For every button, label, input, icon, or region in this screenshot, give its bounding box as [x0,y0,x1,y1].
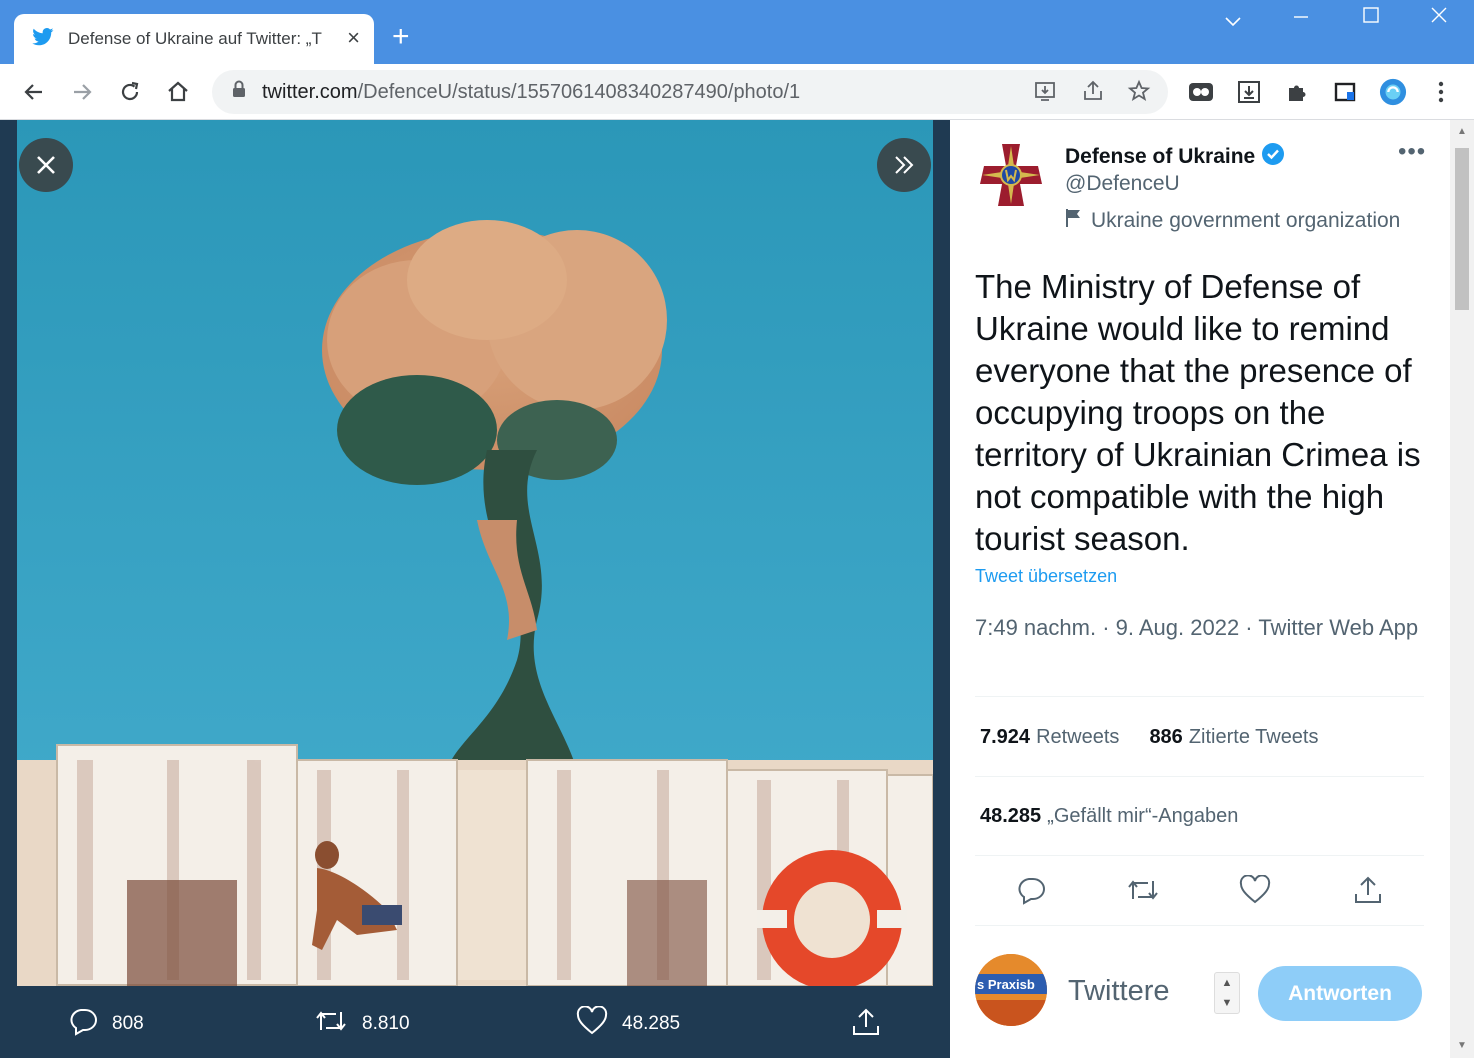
scroll-down-arrow-icon[interactable]: ▼ [1457,1040,1467,1051]
url-text[interactable]: twitter.com/DefenceU/status/155706140834… [262,81,800,104]
author-display-name[interactable]: Defense of Ukraine [1065,142,1285,172]
quotes-label: Zitierte Tweets [1188,726,1319,748]
likes-count: 48.285 [980,805,1042,827]
install-app-icon[interactable] [1032,79,1058,105]
twitter-bird-icon [32,27,54,51]
photo-viewer: 808 8.810 48.285 [0,120,949,1058]
bookmark-star-icon[interactable] [1126,79,1152,105]
tweet-actions-row [975,870,1425,910]
browser-toolbar: twitter.com/DefenceU/status/155706140834… [0,64,1474,120]
share-icon[interactable] [1080,79,1106,105]
more-options-icon[interactable]: ••• [1398,138,1426,166]
government-label[interactable]: Ukraine government organization [1065,208,1400,233]
reading-list-icon[interactable] [1331,78,1359,106]
home-icon[interactable] [164,78,192,106]
share-upload-icon [850,1006,882,1043]
reply-icon[interactable] [1011,870,1051,910]
tab-close-icon[interactable]: × [347,26,360,50]
photo-reply-button[interactable]: 808 [68,1006,144,1041]
photo-action-bar: 808 8.810 48.285 [0,986,949,1058]
maximize-icon[interactable] [1362,6,1380,30]
lock-icon[interactable] [226,79,252,105]
photo-retweet-button[interactable]: 8.810 [314,1006,410,1041]
reload-icon[interactable] [116,78,144,106]
minimize-icon[interactable] [1292,8,1310,32]
divider [975,925,1424,926]
quotes-count: 886 [1149,726,1183,748]
close-window-icon[interactable] [1430,6,1448,30]
new-tab-button[interactable]: + [392,22,410,52]
tab-title: Defense of Ukraine auf Twitter: „T [68,29,322,48]
beach-explosion-image [17,120,933,986]
likes-stat[interactable]: 48.285 „Gefällt mir“-Angaben [980,805,1238,828]
likes-stats-row: 48.285 „Gefällt mir“-Angaben [980,805,1268,828]
reply-icon [68,1006,98,1041]
display-name-text: Defense of Ukraine [1065,145,1256,168]
reply-submit-button[interactable]: Antworten [1258,966,1422,1021]
expand-panel-button[interactable] [877,138,931,192]
divider [975,776,1424,777]
divider [975,696,1424,697]
panel-scrollbar[interactable]: ▲ ▼ [1450,120,1474,1058]
browser-titlebar: Defense of Ukraine auf Twitter: „T × + [0,0,1474,64]
avatar-lettering: s Praxisb [977,977,1035,992]
verified-badge-icon [1261,142,1285,172]
photo-like-count: 48.285 [622,1012,681,1034]
tweet-panel: Defense of Ukraine @DefenceU ••• Ukraine… [950,120,1474,1058]
compose-spinner-control[interactable]: ▲ ▼ [1214,972,1240,1014]
extension-download-icon[interactable] [1235,78,1263,106]
retweets-count: 7.924 [980,726,1031,748]
browser-tab[interactable]: Defense of Ukraine auf Twitter: „T × [14,14,374,64]
like-heart-icon[interactable] [1235,870,1275,910]
tab-search-chevron-icon[interactable] [1224,10,1242,34]
back-icon[interactable] [20,78,48,106]
photo-like-button[interactable]: 48.285 [576,1005,681,1041]
retweet-icon [314,1006,348,1041]
browser-menu-icon[interactable] [1427,78,1455,106]
close-photo-button[interactable] [19,138,73,192]
tweet-photo[interactable] [17,120,933,986]
divider [975,855,1424,856]
user-avatar[interactable]: s Praxisb [975,954,1047,1026]
url-path: /DefenceU/status/1557061408340287490/pho… [357,81,801,103]
forward-icon[interactable] [68,78,96,106]
heart-icon [576,1005,608,1041]
retweet-icon[interactable] [1123,870,1163,910]
retweets-stat[interactable]: 7.924 Retweets [980,726,1119,749]
likes-label: „Gefällt mir“-Angaben [1047,805,1239,827]
reply-compose-input[interactable]: Twittere [1068,975,1170,1008]
photo-share-button[interactable] [850,1006,882,1043]
extensions-puzzle-icon[interactable] [1283,78,1311,106]
profile-avatar-icon[interactable] [1379,78,1407,106]
address-bar[interactable]: twitter.com/DefenceU/status/155706140834… [212,70,1168,114]
author-handle[interactable]: @DefenceU [1065,172,1180,196]
retweet-stats-row: 7.924 Retweets 886 Zitierte Tweets [980,726,1349,749]
photo-retweet-count: 8.810 [362,1012,410,1034]
tweet-text: The Ministry of Defense of Ukraine would… [975,268,1421,557]
photo-reply-count: 808 [112,1012,144,1034]
quote-tweets-stat[interactable]: 886 Zitierte Tweets [1149,726,1318,749]
extension-glasses-icon[interactable] [1187,78,1215,106]
flag-icon [1065,208,1083,233]
government-label-text: Ukraine government organization [1091,208,1401,232]
translate-tweet-link[interactable]: Tweet übersetzen [975,566,1117,587]
share-icon[interactable] [1348,870,1388,910]
scroll-up-arrow-icon[interactable]: ▲ [1457,126,1467,137]
defence-ukraine-avatar[interactable] [976,140,1046,210]
tweet-timestamp[interactable]: 7:49 nachm. · 9. Aug. 2022 · Twitter Web… [975,613,1425,643]
retweets-label: Retweets [1036,726,1120,748]
scrollbar-thumb[interactable] [1455,148,1469,310]
url-domain: twitter.com [262,81,358,103]
